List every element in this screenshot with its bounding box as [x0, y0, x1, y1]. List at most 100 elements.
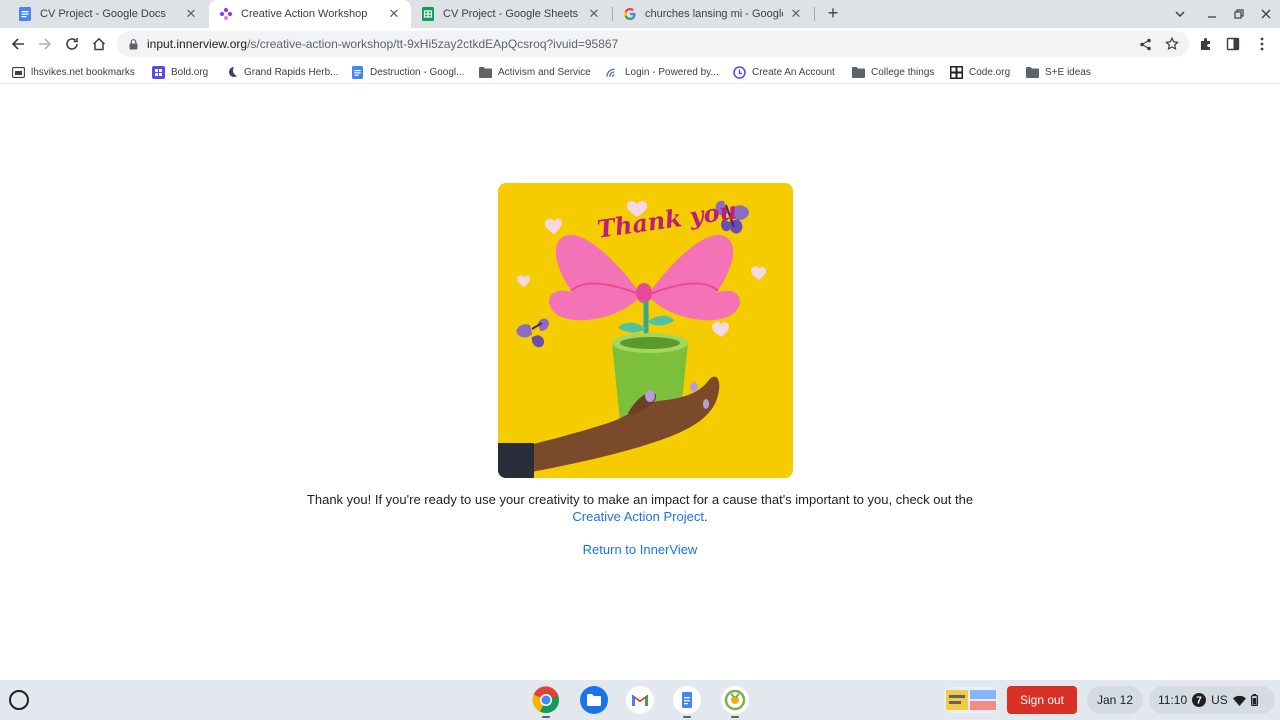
camera-app-icon[interactable] — [720, 685, 750, 715]
new-tab-button[interactable]: + — [823, 4, 843, 24]
google-docs-icon — [351, 65, 364, 79]
holding-space-thumbnail[interactable] — [944, 687, 998, 713]
back-arrow-icon — [11, 38, 24, 50]
tab-title: CV Project - Google Docs — [40, 8, 166, 20]
home-icon — [92, 37, 106, 51]
files-icon[interactable] — [579, 685, 609, 715]
thank-you-illustration: Thank you — [498, 183, 793, 478]
bookmark-label: lhsvikes.net bookmarks — [31, 66, 135, 78]
close-icon[interactable]: ✕ — [387, 7, 401, 21]
tab-search-chevron-icon[interactable] — [1172, 6, 1188, 22]
bookmark-label: Grand Rapids Herb... — [244, 66, 339, 78]
tab-cv-project-docs[interactable]: CV Project - Google Docs ✕ — [8, 0, 208, 28]
thank-you-message: Thank you! If you're ready to use your c… — [300, 491, 980, 525]
message-text: Thank you! If you're ready to use your c… — [306, 492, 974, 507]
google-docs-icon[interactable] — [672, 685, 702, 715]
back-button[interactable] — [7, 33, 29, 55]
chrome-icon[interactable] — [531, 685, 561, 715]
bookmark-label: College things — [871, 66, 935, 78]
close-icon[interactable]: ✕ — [789, 7, 803, 21]
running-indicator — [542, 716, 550, 718]
close-icon[interactable]: ✕ — [184, 7, 198, 21]
date-tray[interactable]: Jan 12 — [1087, 686, 1143, 714]
tab-separator — [814, 7, 815, 21]
signal-icon — [606, 66, 619, 79]
gmail-icon[interactable] — [625, 685, 655, 715]
folder-icon — [1026, 66, 1039, 79]
close-window-icon[interactable] — [1258, 6, 1274, 22]
google-icon — [623, 7, 637, 21]
minimize-icon[interactable] — [1204, 6, 1220, 22]
chromeos-shelf: Sign out Jan 12 11:10 7 US — [0, 680, 1280, 720]
tab-cv-project-sheets[interactable]: CV Project - Google Sheets ✕ — [411, 0, 611, 28]
bookmark-college-folder[interactable]: College things — [852, 63, 934, 81]
svg-text:7: 7 — [1196, 696, 1202, 707]
bookmark-label: Destruction - Googl... — [370, 66, 465, 78]
tab-google-search[interactable]: churches lansing mi - Google Se ✕ — [613, 0, 813, 28]
bookmark-se-ideas-folder[interactable]: S+E ideas — [1026, 63, 1091, 81]
message-period: . — [703, 509, 708, 524]
battery-icon — [1250, 694, 1258, 706]
keyboard-layout: US — [1211, 693, 1228, 707]
google-sheets-icon — [421, 7, 435, 21]
tab-creative-action-workshop[interactable]: Creative Action Workshop ✕ — [209, 0, 411, 28]
bookmark-activism-folder[interactable]: Activism and Service — [479, 63, 591, 81]
bold-org-icon — [152, 65, 165, 79]
folder-icon — [479, 66, 492, 79]
status-tray[interactable]: 11:10 7 US — [1149, 686, 1275, 714]
bookmark-create-account[interactable]: Create An Account — [733, 63, 835, 81]
sign-out-button[interactable]: Sign out — [1007, 686, 1077, 714]
lock-icon[interactable] — [127, 38, 139, 50]
page-content: Thank you Thank you! If you're ready to … — [0, 85, 1280, 680]
side-panel-icon[interactable] — [1225, 36, 1241, 52]
bookmark-bold-org[interactable]: Bold.org — [152, 63, 208, 81]
bookmark-label: Bold.org — [171, 66, 209, 78]
clock-time: 11:10 — [1158, 693, 1188, 707]
moon-icon — [225, 66, 238, 79]
tab-title: churches lansing mi - Google Se — [645, 8, 783, 20]
bookmark-label: S+E ideas — [1045, 66, 1091, 78]
url-path: /s/creative-action-workshop/tt-9xHi5zay2… — [247, 37, 619, 51]
butterfly-icon — [516, 318, 549, 348]
bookmark-label: Login - Powered by... — [625, 66, 719, 78]
tab-strip: CV Project - Google Docs ✕ Creative Acti… — [0, 0, 1280, 28]
return-to-innerview-link[interactable]: Return to InnerView — [540, 542, 740, 557]
bookmark-label: Code.org — [969, 66, 1011, 78]
share-icon[interactable] — [1137, 36, 1153, 52]
forward-arrow-icon — [39, 38, 52, 50]
reload-icon — [66, 38, 78, 50]
bookmarks-bar: lhsvikes.net bookmarks Bold.org Grand Ra… — [0, 60, 1280, 84]
tab-title: CV Project - Google Sheets — [443, 8, 579, 20]
extensions-puzzle-icon[interactable] — [1198, 36, 1214, 52]
browser-toolbar: input.innerview.org/s/creative-action-wo… — [0, 28, 1280, 60]
bookmark-star-icon[interactable] — [1164, 36, 1180, 52]
url-domain: input.innerview.org — [147, 37, 248, 51]
circle-logo-icon — [733, 65, 746, 79]
folder-icon — [852, 66, 865, 79]
code-org-icon — [950, 65, 963, 79]
innerview-icon — [219, 7, 233, 21]
restore-icon[interactable] — [1231, 6, 1247, 22]
folder-icon — [12, 66, 25, 79]
reload-button[interactable] — [61, 33, 83, 55]
forward-button[interactable] — [34, 33, 56, 55]
google-docs-icon — [18, 7, 32, 21]
close-icon[interactable]: ✕ — [587, 7, 601, 21]
creative-action-project-link[interactable]: Creative Action Project — [572, 509, 704, 524]
bookmark-code-org[interactable]: Code.org — [950, 63, 1010, 81]
bookmark-login[interactable]: Login - Powered by... — [606, 63, 719, 81]
home-button[interactable] — [88, 33, 110, 55]
address-bar[interactable]: input.innerview.org/s/creative-action-wo… — [117, 31, 1189, 57]
wifi-icon — [1232, 695, 1246, 706]
bookmark-label: Activism and Service — [498, 66, 591, 78]
bookmark-lhsvikes[interactable]: lhsvikes.net bookmarks — [12, 63, 135, 81]
running-indicator — [731, 716, 739, 718]
notification-count-icon: 7 — [1192, 693, 1207, 707]
launcher-button[interactable] — [9, 690, 29, 710]
bookmark-destruction-docs[interactable]: Destruction - Googl... — [351, 63, 464, 81]
running-indicator — [683, 716, 691, 718]
tab-title: Creative Action Workshop — [241, 8, 368, 20]
bookmark-grand-rapids-herb[interactable]: Grand Rapids Herb... — [225, 63, 339, 81]
chrome-menu-icon[interactable] — [1254, 36, 1270, 52]
url-text: input.innerview.org/s/creative-action-wo… — [147, 37, 618, 51]
